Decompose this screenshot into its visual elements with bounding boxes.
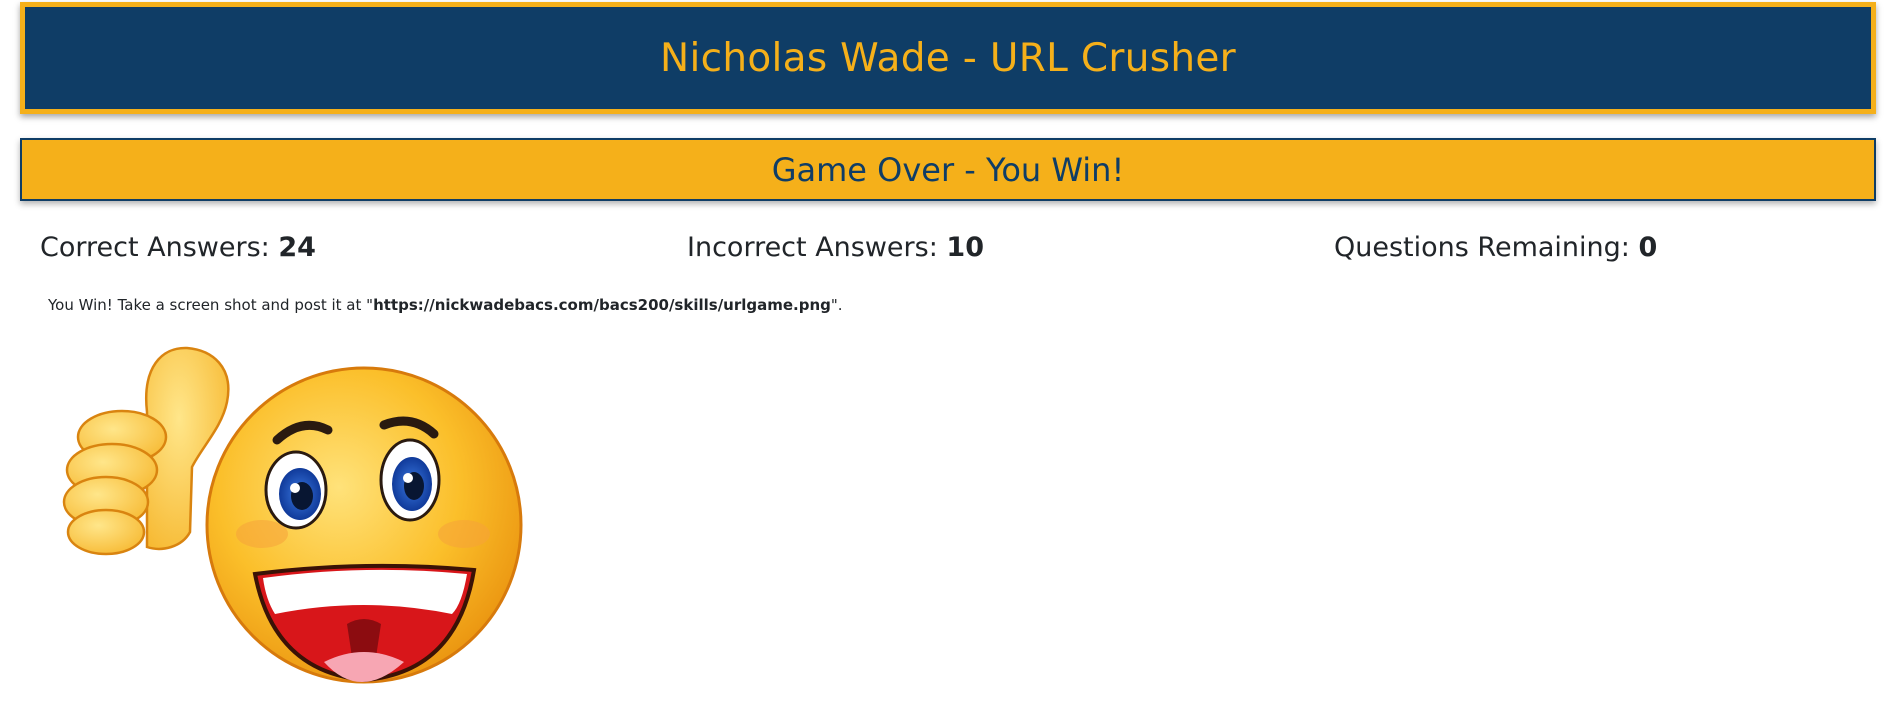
game-status-text: Game Over - You Win! [771, 150, 1125, 189]
page-title: Nicholas Wade - URL Crusher [660, 35, 1236, 81]
page-header: Nicholas Wade - URL Crusher [20, 2, 1876, 114]
questions-remaining-stat: Questions Remaining: 0 [1334, 232, 1657, 263]
incorrect-answers-value: 10 [946, 232, 984, 263]
screenshot-url: https://nickwadebacs.com/bacs200/skills/… [373, 296, 831, 314]
correct-answers-stat: Correct Answers: 24 [40, 232, 316, 263]
game-status-banner: Game Over - You Win! [20, 138, 1876, 201]
win-message-prefix: You Win! Take a screen shot and post it … [48, 296, 374, 314]
correct-answers-value: 24 [278, 232, 316, 263]
questions-remaining-value: 0 [1638, 232, 1658, 263]
incorrect-answers-stat: Incorrect Answers: 10 [687, 232, 984, 263]
score-stats: Correct Answers: 24 Incorrect Answers: 1… [40, 232, 1880, 272]
thumbs-up-hand [62, 346, 230, 556]
thumbs-up-smiley-icon [62, 346, 523, 684]
correct-answers-label: Correct Answers: [40, 232, 270, 263]
win-message-suffix: ". [830, 296, 843, 314]
incorrect-answers-label: Incorrect Answers: [687, 232, 938, 263]
questions-remaining-label: Questions Remaining: [1334, 232, 1630, 263]
win-message: You Win! Take a screen shot and post it … [48, 296, 843, 314]
